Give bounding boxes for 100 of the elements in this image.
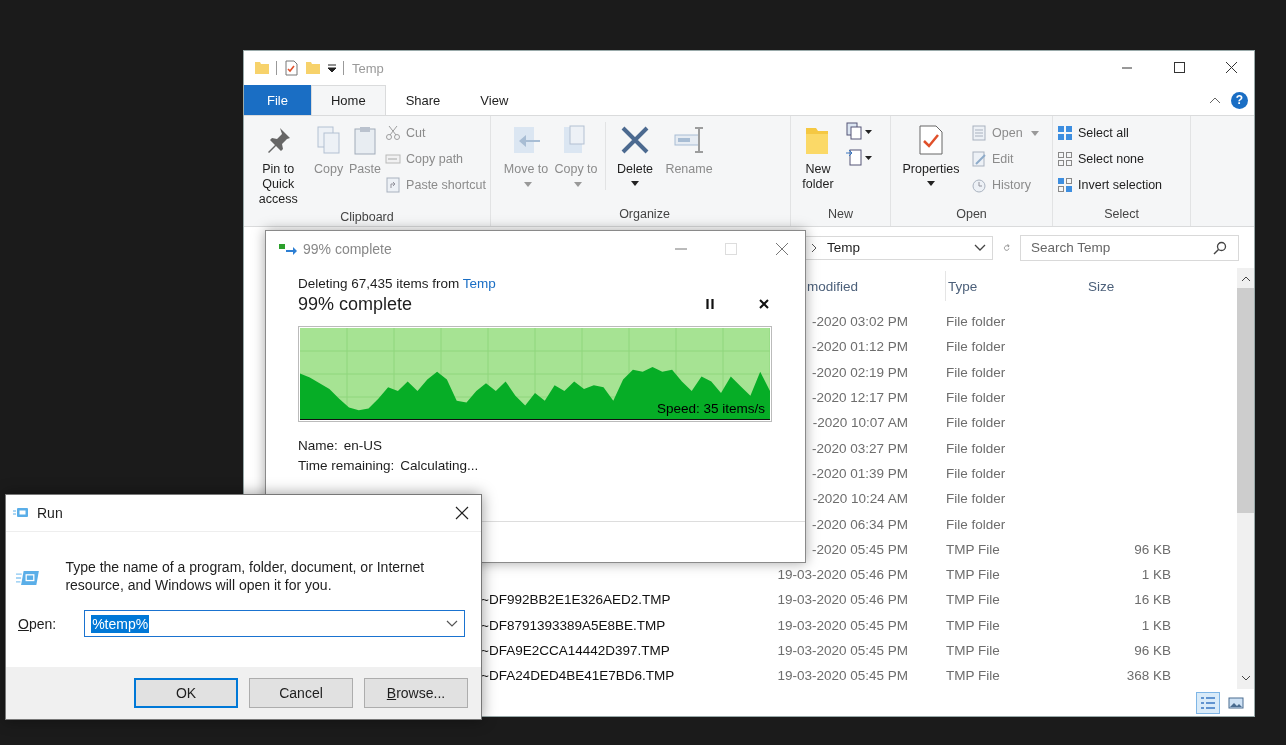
detail-label: Time remaining:: [298, 458, 395, 473]
run-icon: [13, 507, 29, 519]
file-name[interactable]: ~DF992BB2E1E326AED2.TMP: [481, 592, 771, 608]
type-cell-text: TMP File: [946, 592, 1001, 608]
text-cursor-icon: [673, 124, 705, 156]
date-cell-text: -2020 03:02 PM: [810, 314, 908, 330]
shortcut-icon: [385, 177, 402, 193]
document-icon: [971, 125, 987, 141]
size-cell-text: 1 KB: [1140, 567, 1171, 583]
size-cell-text: 368 KB: [1125, 668, 1171, 684]
x-icon: [619, 124, 651, 156]
chevron-icon: [811, 242, 817, 253]
ribbon-tab[interactable]: Home: [310, 85, 386, 115]
progress-status: 99% complete: [298, 293, 413, 315]
documents-icon: [845, 122, 873, 140]
list-icon: [1200, 695, 1216, 710]
date-cell-text: 19-03-2020 05:45 PM: [776, 617, 908, 633]
path-icon: [385, 151, 402, 167]
delete-button[interactable]: Delete: [612, 120, 658, 186]
column-header[interactable]: Size: [1086, 278, 1171, 294]
type-cell-text: File folder: [946, 440, 1007, 456]
help-button[interactable]: ?: [1231, 91, 1248, 109]
file-name[interactable]: ~DF8791393389A5E8BE.TMP: [481, 617, 771, 633]
date-cell-text: 19-03-2020 05:46 PM: [776, 567, 908, 583]
caret-icon: [573, 182, 582, 188]
date-cell-text: -2020 10:07 AM: [811, 415, 908, 431]
breadcrumb[interactable]: Temp: [827, 240, 860, 255]
select-all-button[interactable]: Select all: [1057, 122, 1163, 144]
type-cell-text: File folder: [946, 415, 1007, 431]
size-cell-text: 1 KB: [1140, 617, 1171, 633]
date-cell-text: -2020 10:24 AM: [811, 491, 908, 507]
type-cell-text: TMP File: [946, 567, 1001, 583]
group-label: New: [827, 206, 854, 223]
type-cell-text: TMP File: [946, 541, 1001, 557]
type-cell-text: File folder: [946, 339, 1007, 355]
pencil-icon: [971, 151, 987, 167]
date-cell-text: -2020 01:12 PM: [810, 339, 908, 355]
clock-icon: [971, 177, 987, 193]
date-cell-text: -2020 05:45 PM: [810, 541, 908, 557]
browse-button[interactable]: Browse...: [364, 678, 468, 708]
type-cell-text: File folder: [946, 516, 1007, 532]
pause-icon[interactable]: [705, 298, 715, 310]
group-label: Clipboard: [339, 209, 395, 226]
file-move-icon: [278, 242, 298, 256]
column-header[interactable]: Type: [946, 278, 1086, 294]
new-folder-button[interactable]: New folder: [795, 120, 841, 192]
file-name[interactable]: ~DFA24DED4BE41E7BD6.TMP: [481, 668, 771, 684]
instructions-text: Type the name of a program, folder, document, or Internet resource, and Windows will open it for you.: [65, 558, 426, 594]
date-cell-text: -2020 03:27 PM: [810, 440, 908, 456]
select-none-button[interactable]: Select none: [1057, 148, 1163, 170]
new-item-button[interactable]: [845, 120, 873, 142]
date-cell-text: -2020 06:34 PM: [810, 516, 908, 532]
type-cell-text: File folder: [946, 390, 1007, 406]
ribbon-tab[interactable]: View: [460, 85, 529, 115]
type-cell-text: TMP File: [946, 643, 1001, 658]
search-field[interactable]: Search Temp: [1020, 234, 1239, 261]
detail-label: Name:: [298, 438, 338, 453]
collapse-ribbon-icon[interactable]: [1209, 96, 1221, 104]
type-cell-text: File folder: [946, 364, 1007, 380]
picture-icon: [1228, 695, 1244, 710]
caret-icon: [1030, 130, 1039, 136]
close-icon[interactable]: [455, 506, 469, 520]
scrollbar-thumb[interactable]: [1237, 288, 1254, 513]
chevron-down-icon[interactable]: [973, 243, 986, 252]
folder-link[interactable]: Temp: [462, 276, 496, 291]
invert-selection-button[interactable]: Invert selection: [1057, 174, 1163, 196]
search-icon[interactable]: [1213, 240, 1227, 255]
pin-button[interactable]: Pin to Quick access: [248, 120, 309, 207]
group-label: Select: [1103, 206, 1140, 223]
ribbon-tab[interactable]: Share: [385, 85, 461, 115]
cancel-button[interactable]: Cancel: [249, 678, 353, 708]
dropdown-icon[interactable]: [327, 63, 337, 73]
window-title: 99% complete: [303, 241, 392, 257]
size-cell-text: 96 KB: [1133, 643, 1171, 658]
caret-icon: [523, 182, 532, 188]
open-combobox[interactable]: %temp%: [84, 610, 465, 637]
type-cell-text: TMP File: [946, 617, 1001, 633]
document-arrow-icon: [845, 148, 873, 166]
date-cell-text: 19-03-2020 05:46 PM: [776, 592, 908, 608]
close-icon[interactable]: [759, 299, 769, 309]
grid-icon: [1057, 151, 1073, 167]
easy-access-button[interactable]: [845, 146, 873, 168]
window-title: Run: [37, 505, 63, 521]
chevron-down-icon: [446, 619, 458, 628]
speed-label: Speed: 35 items/s: [656, 401, 765, 416]
properties-button[interactable]: Properties: [895, 120, 967, 186]
details-view-button[interactable]: [1196, 691, 1220, 714]
date-cell-text: 19-03-2020 05:45 PM: [776, 668, 908, 684]
date-cell-text: 19-03-2020 05:45 PM: [776, 643, 908, 658]
ok-button[interactable]: OK: [134, 678, 238, 708]
detail-value: Calculating...: [400, 458, 479, 473]
type-cell-text: File folder: [946, 465, 1007, 481]
scrollbar[interactable]: [1237, 268, 1254, 689]
size-cell-text: 16 KB: [1133, 592, 1171, 608]
file-menu-tab[interactable]: File: [244, 85, 311, 115]
detail-value: en-US: [343, 438, 383, 453]
date-cell-text: -2020 01:39 PM: [810, 465, 908, 481]
file-name[interactable]: ~DFA9E2CCA14442D397.TMP: [481, 643, 771, 658]
checklist-icon[interactable]: [283, 60, 299, 76]
type-cell-text: TMP File: [946, 668, 1001, 684]
